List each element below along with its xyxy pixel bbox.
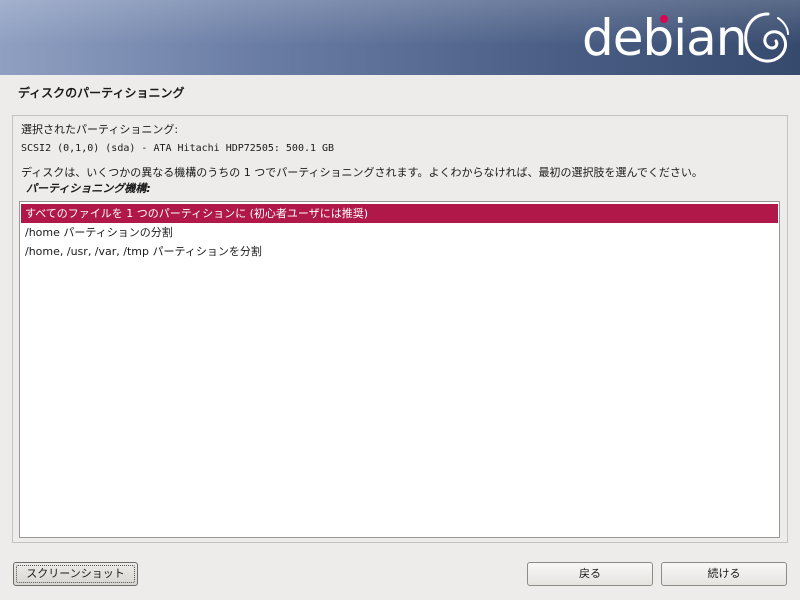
list-item[interactable]: すべてのファイルを 1 つのパーティションに (初心者ユーザには推奨) (21, 204, 778, 223)
option-label: すべてのファイルを 1 つのパーティションに (初心者ユーザには推奨) (25, 207, 368, 220)
option-label: /home パーティションの分割 (25, 226, 173, 239)
continue-button[interactable]: 続ける (661, 562, 787, 586)
list-item[interactable]: /home パーティションの分割 (21, 223, 778, 242)
list-item[interactable]: /home, /usr, /var, /tmp パーティションを分割 (21, 242, 778, 261)
selected-partitioning-label: 選択されたパーティショニング: (21, 123, 179, 136)
description-text: ディスクは、いくつかの異なる機構のうちの 1 つでパーティショニングされます。よ… (21, 166, 703, 179)
partitioning-method-label: パーティショニング機構: (26, 182, 151, 195)
screenshot-button[interactable]: スクリーンショット (13, 562, 138, 586)
option-label: /home, /usr, /var, /tmp パーティションを分割 (25, 245, 262, 258)
debian-swirl-icon (744, 12, 789, 63)
disk-info: SCSI2 (0,1,0) (sda) - ATA Hitachi HDP725… (21, 143, 335, 154)
back-button[interactable]: 戻る (527, 562, 653, 586)
logo-dot (660, 15, 668, 23)
page-title: ディスクのパーティショニング (18, 86, 185, 100)
debian-banner: debian (0, 0, 800, 75)
partitioning-method-list[interactable]: すべてのファイルを 1 つのパーティションに (初心者ユーザには推奨) /hom… (19, 201, 780, 538)
